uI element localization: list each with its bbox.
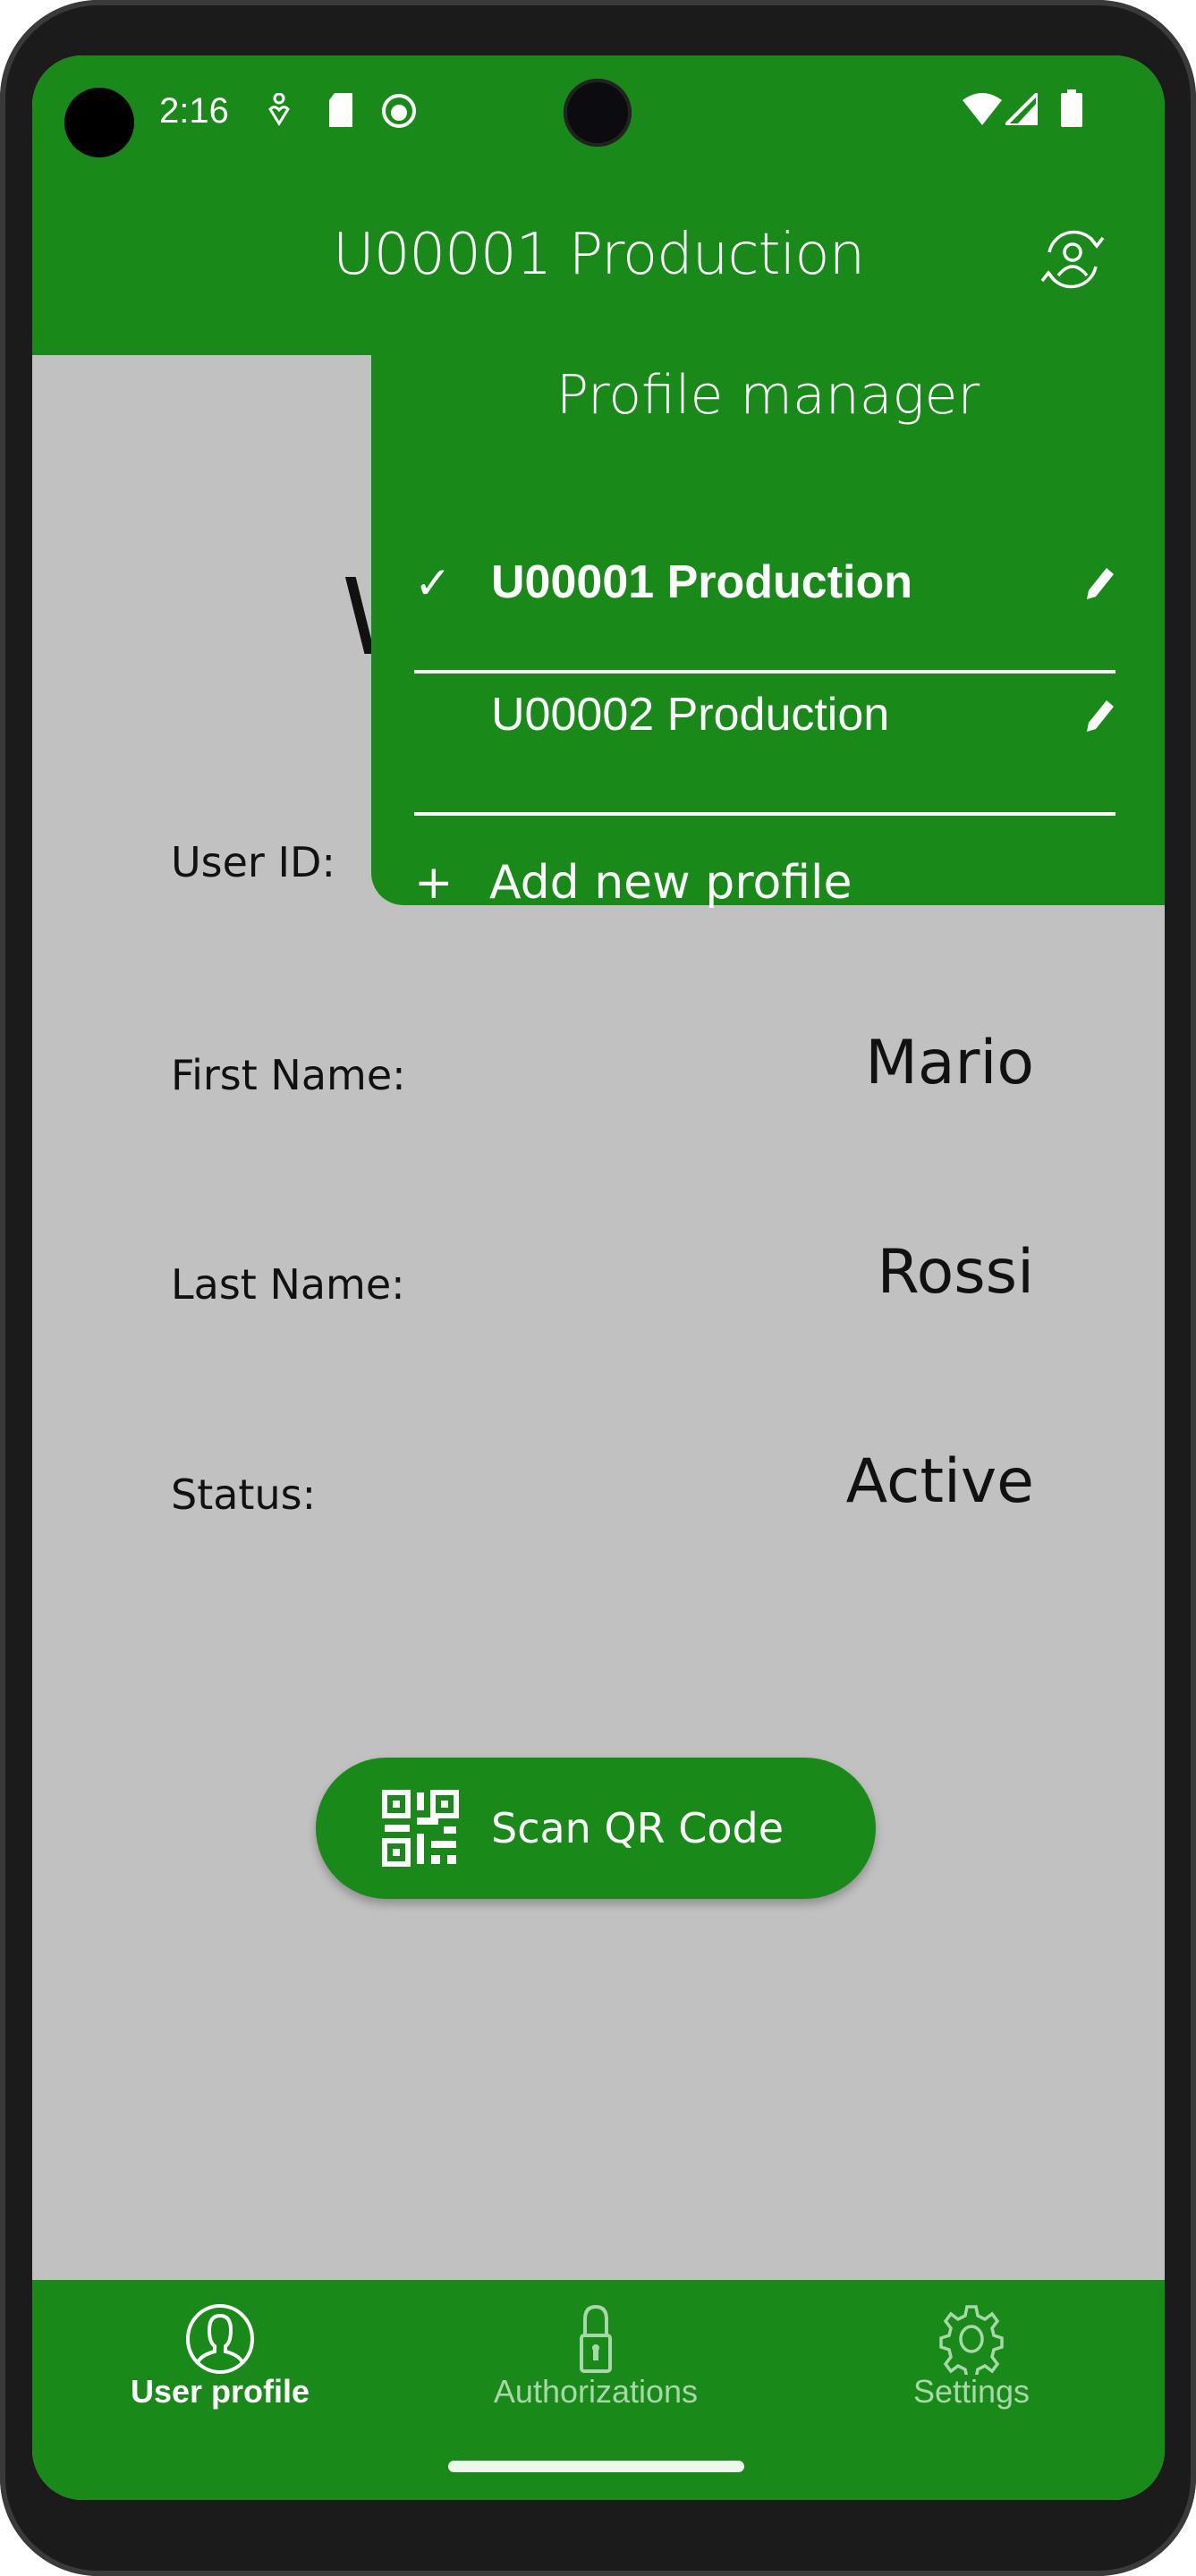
tab-authorizations[interactable]: Authorizations <box>408 2280 784 2459</box>
app-bar: 2:16 U00001 Production <box>32 55 1165 355</box>
first-name-label: First Name: <box>171 1051 406 1099</box>
status-value: Active <box>845 1446 1034 1517</box>
profile-manager-dropdown: Profile manager ✓ U00001 Production U000… <box>371 355 1165 910</box>
profile-item-u00002[interactable]: U00002 Production <box>414 661 1115 768</box>
battery-icon <box>1061 89 1082 127</box>
divider <box>414 812 1115 816</box>
user-icon <box>186 2304 254 2374</box>
check-icon: ✓ <box>414 558 452 608</box>
tab-settings[interactable]: Settings <box>784 2280 1159 2459</box>
tab-label: Authorizations <box>493 2373 699 2410</box>
status-label: Status: <box>171 1470 317 1519</box>
signal-icon <box>1005 93 1038 125</box>
first-name-value: Mario <box>865 1028 1034 1098</box>
wifi-icon <box>963 93 1002 125</box>
switch-profile-icon[interactable] <box>1039 225 1107 293</box>
lock-icon <box>580 2304 612 2373</box>
front-camera <box>564 79 632 147</box>
profile-name: U00001 Production <box>491 556 913 608</box>
tab-label: Settings <box>912 2373 1031 2410</box>
add-new-profile-label: Add new profile <box>489 856 852 910</box>
plus-icon: + <box>414 856 454 910</box>
accessibility-icon <box>268 93 290 126</box>
sd-card-icon <box>329 93 352 127</box>
user-id-label: User ID: <box>171 838 335 886</box>
last-name-label: Last Name: <box>171 1260 405 1309</box>
status-time: 2:16 <box>159 91 229 131</box>
android-debug-icon <box>382 94 416 128</box>
tab-user-profile[interactable]: User profile <box>32 2280 408 2459</box>
edit-pencil-icon[interactable] <box>1085 566 1115 600</box>
profile-manager-title: Profile manager <box>556 364 980 427</box>
gear-icon <box>939 2305 1004 2375</box>
add-new-profile-button[interactable]: + Add new profile <box>414 856 1115 919</box>
qr-code-icon <box>382 1790 459 1867</box>
profile-name: U00002 Production <box>491 689 890 741</box>
home-indicator[interactable] <box>448 2461 744 2472</box>
status-bar: 2:16 <box>32 55 1165 165</box>
profile-item-u00001[interactable]: ✓ U00001 Production <box>414 529 1115 636</box>
screen: 2:16 U00001 Production W User ID: First … <box>32 55 1165 2500</box>
app-title: U00001 Production <box>332 222 865 288</box>
scan-qr-label: Scan QR Code <box>491 1804 785 1852</box>
last-name-value: Rossi <box>877 1237 1034 1308</box>
camera-cutout <box>64 88 134 157</box>
tab-label: User profile <box>130 2373 310 2410</box>
edit-pencil-icon[interactable] <box>1085 699 1115 733</box>
scan-qr-button[interactable]: Scan QR Code <box>316 1758 876 1899</box>
